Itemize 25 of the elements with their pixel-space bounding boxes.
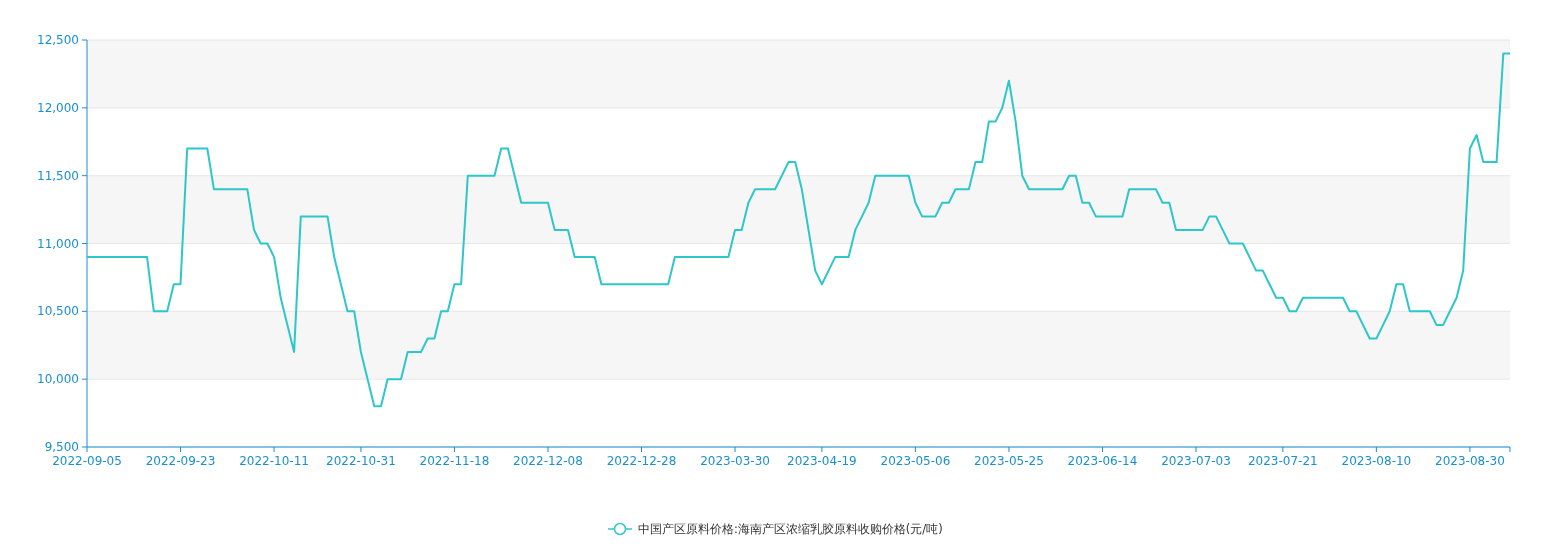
x-tick-label: 2022-09-05 [52,454,122,468]
y-tick-label: 12,000 [37,100,79,115]
x-tick-label: 2023-07-21 [1248,454,1318,468]
y-tick-label: 9,500 [44,440,79,454]
x-tick-label: 2022-12-08 [513,454,583,468]
x-tick-label: 2022-12-28 [606,454,677,468]
x-tick-label: 2023-05-25 [974,454,1044,468]
x-tick-label: 2023-07-03 [1161,454,1231,468]
x-tick-label: 2023-06-14 [1067,454,1138,468]
y-tick-label: 11,500 [37,168,79,183]
x-tick-label: 2023-04-19 [787,454,857,468]
x-tick-label: 2023-08-30 [1435,454,1505,468]
x-tick-label: 2022-10-11 [239,454,309,468]
x-tick-label: 2022-09-23 [145,454,216,468]
legend-label[interactable]: 中国产区原料价格:海南产区浓缩乳胶原料收购价格(元/吨) [638,522,943,536]
x-tick-label: 2022-11-18 [419,454,490,468]
x-tick-label: 2022-10-31 [326,454,396,468]
y-tick-label: 11,000 [37,236,79,251]
y-tick-label: 12,500 [37,33,79,47]
x-tick-label: 2023-05-06 [880,454,951,468]
x-tick-label: 2023-03-30 [700,454,770,468]
y-tick-label: 10,500 [37,304,79,319]
x-tick-label: 2023-08-10 [1341,454,1412,468]
y-tick-label: 10,000 [37,372,79,387]
legend-line-icon[interactable] [607,522,633,536]
